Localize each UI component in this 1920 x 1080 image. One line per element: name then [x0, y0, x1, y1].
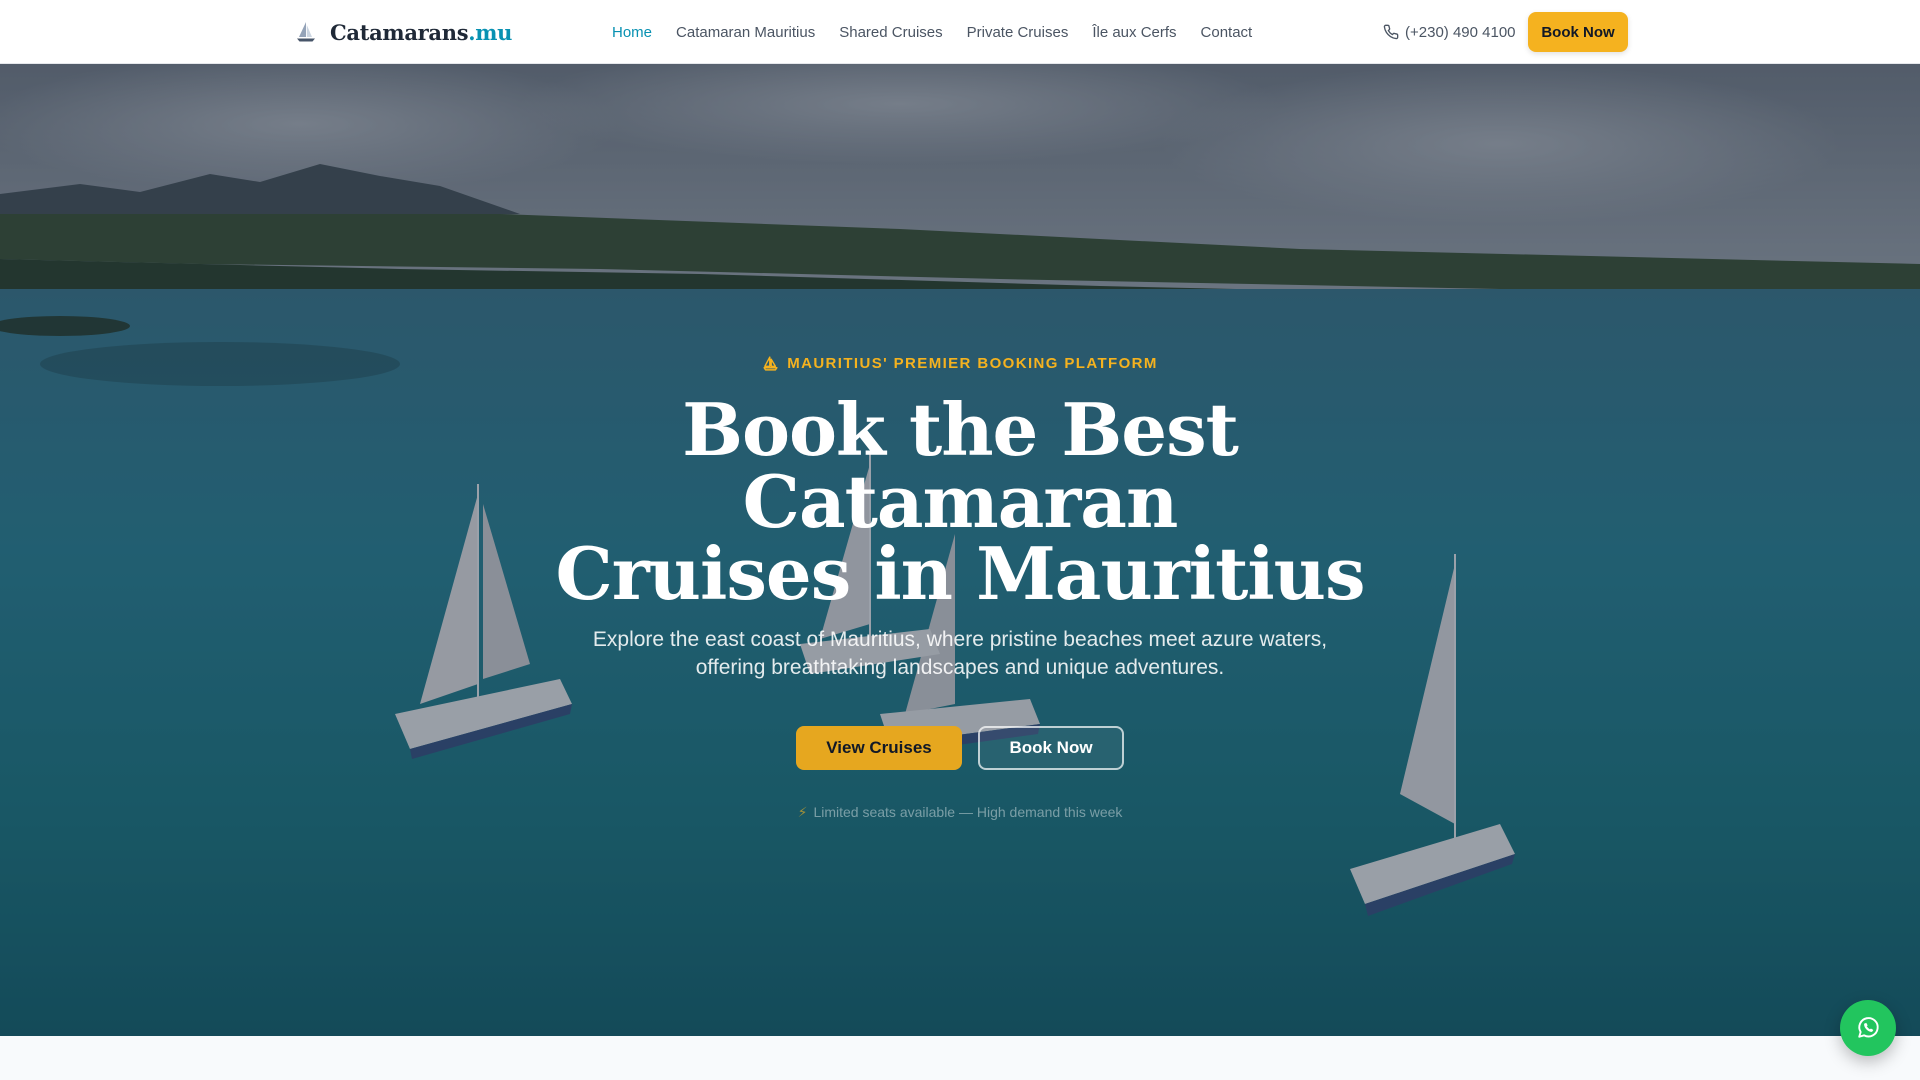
main-nav: Home Catamaran Mauritius Shared Cruises … [612, 0, 1252, 64]
hero-cta-row: View Cruises Book Now [0, 726, 1920, 770]
hero-book-now-button[interactable]: Book Now [978, 726, 1124, 770]
nav-home[interactable]: Home [612, 24, 652, 41]
logo-name: Catamarans [330, 19, 469, 45]
site-logo[interactable]: Catamarans.mu [294, 18, 512, 46]
nav-ile-aux-cerfs[interactable]: Île aux Cerfs [1092, 24, 1176, 41]
sailboat-icon [763, 355, 778, 371]
header-book-now-button[interactable]: Book Now [1528, 12, 1628, 52]
logo-tld: .mu [468, 19, 513, 45]
hero-eyebrow-text: MAURITIUS' PREMIER BOOKING PLATFORM [787, 354, 1158, 372]
phone-number: (+230) 490 4100 [1405, 23, 1516, 41]
view-cruises-button[interactable]: View Cruises [796, 726, 962, 770]
hero-title-line-2: Cruises in Mauritius [555, 531, 1365, 616]
site-header: Catamarans.mu Home Catamaran Mauritius S… [0, 0, 1920, 64]
hero-content: MAURITIUS' PREMIER BOOKING PLATFORM Book… [0, 64, 1920, 1036]
next-section [0, 1036, 1920, 1080]
sailboat-icon [297, 22, 315, 42]
hero-subtitle: Explore the east coast of Mauritius, whe… [592, 628, 1328, 679]
hero-title: Book the Best Catamaran Cruises in Mauri… [460, 394, 1460, 610]
nav-shared-cruises[interactable]: Shared Cruises [839, 24, 942, 41]
phone-icon [1383, 24, 1399, 40]
hero-section: MAURITIUS' PREMIER BOOKING PLATFORM Book… [0, 64, 1920, 1036]
nav-private-cruises[interactable]: Private Cruises [967, 24, 1069, 41]
urgency-note: ⚡ Limited seats available — High demand … [0, 802, 1920, 822]
hero-title-line-1: Book the Best Catamaran [682, 387, 1239, 544]
nav-catamaran-mauritius[interactable]: Catamaran Mauritius [676, 24, 815, 41]
lightning-icon: ⚡ [797, 803, 808, 820]
whatsapp-button[interactable] [1840, 1000, 1896, 1056]
nav-contact[interactable]: Contact [1201, 24, 1253, 41]
logo-text: Catamarans.mu [330, 20, 512, 45]
whatsapp-icon [1858, 1017, 1879, 1038]
hero-eyebrow: MAURITIUS' PREMIER BOOKING PLATFORM [0, 352, 1920, 374]
urgency-text: Limited seats available — High demand th… [813, 804, 1123, 820]
phone-link[interactable]: (+230) 490 4100 [1383, 0, 1516, 64]
